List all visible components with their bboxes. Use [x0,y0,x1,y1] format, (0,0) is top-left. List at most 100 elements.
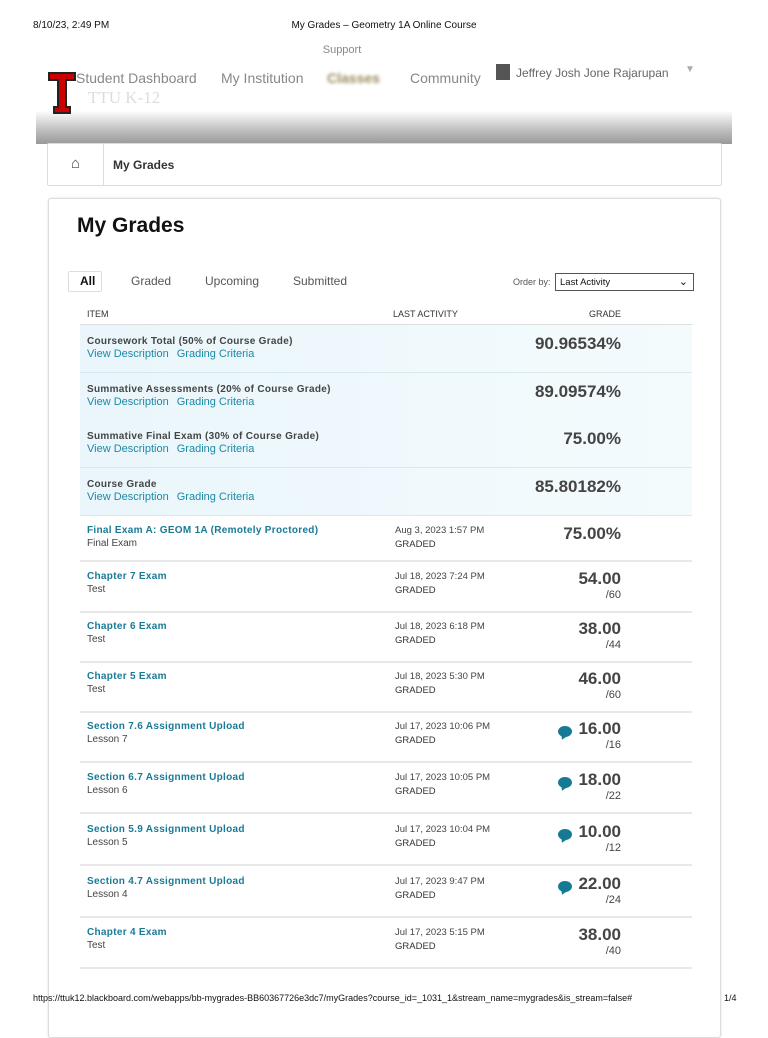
item-type: Test [87,634,106,645]
item-date: Jul 17, 2023 9:47 PM [395,876,485,887]
col-header-grade: GRADE [588,309,621,319]
item-grade: 75.00% [563,524,621,543]
item-type: Lesson 6 [87,785,128,796]
print-url: https://ttuk12.blackboard.com/webapps/bb… [33,993,633,1003]
item-grade: 46.00 [578,669,621,688]
item-title-link[interactable]: Section 5.9 Assignment Upload [87,824,245,835]
item-title-link[interactable]: Final Exam A: GEOM 1A (Remotely Proctore… [87,525,318,536]
item-status: GRADED [395,890,436,901]
view-description-link[interactable]: View Description [87,348,169,360]
support-link[interactable]: Support [0,44,684,56]
brand-text: TTU K-12 [88,88,161,107]
print-page: 1/4 [724,993,737,1003]
item-status: GRADED [395,585,436,596]
grade-row: Final Exam A: GEOM 1A (Remotely Proctore… [80,516,692,562]
item-type: Lesson 4 [87,889,128,900]
summary-title: Summative Assessments (20% of Course Gra… [87,384,331,395]
grading-criteria-link[interactable]: Grading Criteria [177,491,255,503]
tab-upcoming[interactable]: Upcoming [205,274,259,288]
summary-grade: 85.80182% [534,477,621,496]
item-grade: 38.00 [578,619,621,638]
item-type: Lesson 5 [87,837,128,848]
item-date: Jul 18, 2023 5:30 PM [395,671,485,682]
item-grade: 54.00 [578,569,621,588]
item-grade: 18.00 [578,770,621,789]
item-type: Test [87,684,106,695]
item-title-link[interactable]: Chapter 6 Exam [87,621,167,632]
grade-row: Chapter 6 Exam Test Jul 18, 2023 6:18 PM… [80,612,692,663]
item-status: GRADED [395,685,436,696]
summary-grade: 90.96534% [534,334,621,353]
view-description-link[interactable]: View Description [87,491,169,503]
order-by-label: Order by: [513,277,551,287]
item-type: Test [87,940,106,951]
item-date: Jul 17, 2023 10:04 PM [395,824,491,835]
grade-row: Chapter 5 Exam Test Jul 18, 2023 5:30 PM… [80,662,692,713]
chevron-down-icon: ⌄ [678,276,688,288]
comment-icon[interactable] [558,777,572,788]
item-title-link[interactable]: Chapter 4 Exam [87,927,167,938]
user-avatar [496,64,510,80]
grade-row: Chapter 4 Exam Test Jul 17, 2023 5:15 PM… [80,918,692,969]
grading-criteria-link[interactable]: Grading Criteria [177,348,255,360]
grading-criteria-link[interactable]: Grading Criteria [177,396,255,408]
home-icon[interactable]: ⌂ [48,144,104,185]
item-date: Jul 18, 2023 6:18 PM [395,621,485,632]
grade-row: Section 5.9 Assignment Upload Lesson 5 J… [80,815,692,866]
item-grade: 22.00 [578,874,621,893]
summary-grade: 89.09574% [534,382,621,401]
item-points-possible: /60 [605,689,621,701]
user-name[interactable]: Jeffrey Josh Jone Rajarupan [516,66,669,80]
comment-icon[interactable] [558,881,572,892]
item-date: Jul 17, 2023 10:06 PM [395,721,491,732]
grading-criteria-link[interactable]: Grading Criteria [177,443,255,455]
item-status: GRADED [395,941,436,952]
item-date: Aug 3, 2023 1:57 PM [395,525,485,536]
order-by-value: Last Activity [560,277,611,288]
summary-title: Course Grade [87,479,157,490]
comment-icon[interactable] [558,726,572,737]
breadcrumb: ⌂ My Grades [47,143,722,186]
item-points-possible: /24 [605,894,621,906]
page-title: My Grades [77,214,185,237]
summary-title: Summative Final Exam (30% of Course Grad… [87,431,320,442]
comment-icon[interactable] [558,829,572,840]
item-title-link[interactable]: Chapter 5 Exam [87,671,167,682]
item-points-possible: /60 [605,589,621,601]
nav-classes[interactable]: Classes [327,70,380,86]
tab-graded[interactable]: Graded [131,274,171,288]
grade-row: Chapter 7 Exam Test Jul 18, 2023 7:24 PM… [80,562,692,613]
item-points-possible: /40 [605,945,621,957]
col-header-last-activity: LAST ACTIVITY [393,309,458,319]
nav-my-institution[interactable]: My Institution [221,70,303,86]
print-title: My Grades – Geometry 1A Online Course [291,20,477,31]
grade-row: Section 4.7 Assignment Upload Lesson 4 J… [80,867,692,918]
item-title-link[interactable]: Chapter 7 Exam [87,571,167,582]
tab-all[interactable]: All [80,274,95,288]
summary-row: Coursework Total (50% of Course Grade) V… [80,325,692,373]
nav-community[interactable]: Community [410,70,481,86]
item-points-possible: /16 [605,739,621,751]
order-by-select[interactable]: Last Activity ⌄ [555,273,694,291]
item-grade: 10.00 [578,822,621,841]
item-grade: 38.00 [578,925,621,944]
summary-row: Summative Assessments (20% of Course Gra… [80,373,692,421]
item-type: Lesson 7 [87,734,128,745]
item-status: GRADED [395,735,436,746]
summary-grade: 75.00% [563,429,621,448]
breadcrumb-current: My Grades [113,158,175,172]
summary-row: Summative Final Exam (30% of Course Grad… [80,420,692,468]
tab-submitted[interactable]: Submitted [293,274,347,288]
view-description-link[interactable]: View Description [87,396,169,408]
view-description-link[interactable]: View Description [87,443,169,455]
user-menu-chevron-icon[interactable]: ▼ [685,64,695,75]
item-title-link[interactable]: Section 4.7 Assignment Upload [87,876,245,887]
item-points-possible: /12 [605,842,621,854]
summary-title: Coursework Total (50% of Course Grade) [87,336,293,347]
item-grade: 16.00 [578,719,621,738]
item-title-link[interactable]: Section 6.7 Assignment Upload [87,772,245,783]
item-type: Final Exam [87,538,138,549]
nav-student-dashboard[interactable]: Student Dashboard [76,70,197,86]
item-title-link[interactable]: Section 7.6 Assignment Upload [87,721,245,732]
item-date: Jul 17, 2023 5:15 PM [395,927,485,938]
